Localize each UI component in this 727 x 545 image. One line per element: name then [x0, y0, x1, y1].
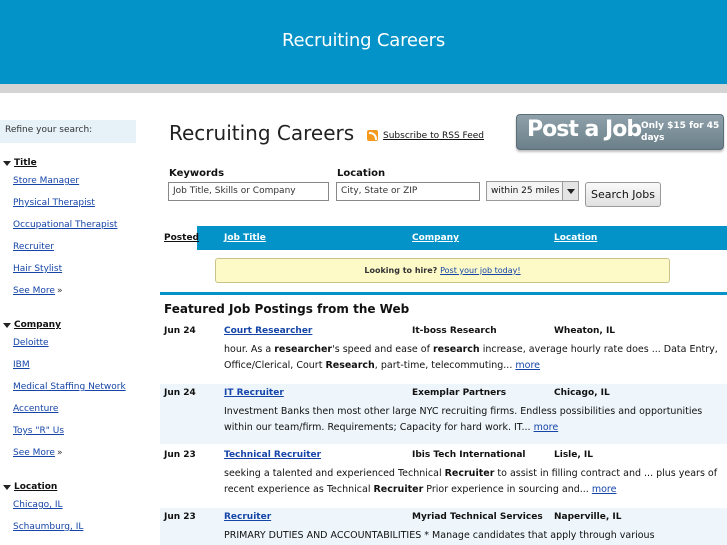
keywords-label: Keywords [169, 168, 225, 179]
rss-icon[interactable] [367, 130, 378, 141]
job-description: Investment Banks then most other large N… [224, 406, 703, 433]
see-more-item[interactable]: See More» [3, 280, 136, 302]
job-row: Jun 24 IT Recruiter Exemplar Partners Ch… [160, 384, 727, 444]
filter-link-hair-stylist[interactable]: Hair Stylist [13, 264, 62, 274]
rss-subscribe-link[interactable]: Subscribe to RSS Feed [383, 131, 484, 141]
job-description: seeking a talented and experienced Techn… [224, 468, 718, 495]
post-job-button[interactable]: Post a Job Only $15 for 45 days [516, 114, 724, 150]
filter-item[interactable]: Schaumburg, IL [3, 516, 136, 538]
chevron-down-icon [3, 160, 11, 166]
filter-link-chicago[interactable]: Chicago, IL [13, 500, 63, 510]
post-job-today-link[interactable]: Post your job today! [440, 266, 521, 275]
chevron-down-icon [3, 484, 11, 490]
job-company: Myriad Technical Services [412, 512, 543, 522]
site-title: Recruiting Careers [281, 30, 446, 51]
job-row: Jun 24 Court Researcher It-boss Research… [160, 322, 727, 382]
see-more-arrow: » [56, 286, 63, 296]
job-company: It-boss Research [412, 326, 497, 336]
filter-item[interactable]: Accenture [3, 398, 136, 420]
job-title-link[interactable]: Recruiter [224, 512, 271, 522]
filter-link-accenture[interactable]: Accenture [13, 404, 58, 414]
filter-item[interactable]: Deloitte [3, 332, 136, 354]
job-date: Jun 24 [164, 326, 196, 336]
see-more-item[interactable]: See More» [3, 442, 136, 464]
filter-group-header[interactable]: Title [3, 156, 136, 170]
filter-item[interactable]: Store Manager [3, 170, 136, 192]
hire-banner: Looking to hire? Post your job today! [215, 258, 670, 283]
location-input[interactable]: City, State or ZIP [336, 182, 480, 201]
featured-heading: Featured Job Postings from the Web [164, 302, 410, 316]
filter-item[interactable]: Hair Stylist [3, 258, 136, 280]
section-divider [160, 292, 727, 295]
filter-link-store-manager[interactable]: Store Manager [13, 176, 79, 186]
more-link[interactable]: more [515, 360, 540, 371]
job-title-link[interactable]: Court Researcher [224, 326, 312, 336]
job-title-link[interactable]: IT Recruiter [224, 388, 284, 398]
location-label: Location [337, 168, 386, 179]
job-location: Lisle, IL [554, 450, 594, 460]
filter-link-toys-r-us[interactable]: Toys "R" Us [13, 426, 64, 436]
filter-link-occupational-therapist[interactable]: Occupational Therapist [13, 220, 117, 230]
job-location: Wheaton, IL [554, 326, 616, 336]
post-job-price: Only $15 for 45 days [641, 121, 720, 143]
filter-item[interactable]: Medical Staffing Network [3, 376, 136, 398]
see-more-arrow: » [56, 448, 63, 458]
filter-item[interactable]: IBM [3, 354, 136, 376]
filter-group-header[interactable]: Location [3, 480, 136, 494]
filter-link-medical-staffing-network[interactable]: Medical Staffing Network [13, 382, 126, 392]
sort-job-title[interactable]: Job Title [224, 233, 266, 243]
job-location: Chicago, IL [554, 388, 610, 398]
filter-link-schaumburg[interactable]: Schaumburg, IL [13, 522, 83, 532]
job-description: hour. As a researcher's speed and ease o… [224, 344, 718, 371]
sort-company[interactable]: Company [412, 233, 459, 243]
chevron-down-icon [3, 322, 11, 328]
top-banner: Recruiting Careers [0, 0, 727, 84]
job-date: Jun 24 [164, 388, 196, 398]
sort-location[interactable]: Location [554, 233, 597, 243]
hire-text: Looking to hire? [364, 266, 438, 275]
see-more-link[interactable]: See More [13, 286, 55, 296]
filter-group-location: Location Chicago, IL Schaumburg, IL [3, 480, 136, 538]
post-job-label: Post a Job [527, 117, 642, 142]
filter-item[interactable]: Recruiter [3, 236, 136, 258]
radius-value: within 25 miles [491, 186, 560, 196]
header-divider [0, 84, 727, 93]
refine-label: Refine your search: [0, 120, 136, 143]
chevron-down-icon[interactable] [562, 182, 578, 200]
filter-link-physical-therapist[interactable]: Physical Therapist [13, 198, 95, 208]
radius-select[interactable]: within 25 miles [486, 181, 579, 201]
job-description: PRIMARY DUTIES AND ACCOUNTABILITIES * Ma… [224, 530, 655, 541]
results-table-header: Job Title Company Location [160, 226, 727, 250]
filter-link-recruiter[interactable]: Recruiter [13, 242, 54, 252]
filter-item[interactable]: Occupational Therapist [3, 214, 136, 236]
filter-group-title: Title Store Manager Physical Therapist O… [3, 156, 136, 302]
job-row: Jun 23 Technical Recruiter Ibis Tech Int… [160, 446, 727, 506]
search-jobs-button[interactable]: Search Jobs [585, 182, 661, 207]
filter-item[interactable]: Chicago, IL [3, 494, 136, 516]
filter-item[interactable]: Toys "R" Us [3, 420, 136, 442]
job-row: Jun 23 Recruiter Myriad Technical Servic… [160, 508, 727, 545]
page-title: Recruiting Careers [169, 121, 355, 145]
job-date: Jun 23 [164, 450, 196, 460]
filter-link-deloitte[interactable]: Deloitte [13, 338, 49, 348]
more-link[interactable]: more [592, 484, 617, 495]
more-link[interactable]: more [534, 422, 559, 433]
job-company: Exemplar Partners [412, 388, 507, 398]
filter-group-company: Company Deloitte IBM Medical Staffing Ne… [3, 318, 136, 464]
job-location: Naperville, IL [554, 512, 622, 522]
sort-posted[interactable]: Posted [164, 233, 199, 243]
keywords-input[interactable]: Job Title, Skills or Company [168, 182, 329, 201]
filter-link-ibm[interactable]: IBM [13, 360, 30, 370]
posted-column-header: Posted [160, 226, 199, 250]
filter-group-header[interactable]: Company [3, 318, 136, 332]
filter-item[interactable]: Physical Therapist [3, 192, 136, 214]
see-more-link[interactable]: See More [13, 448, 55, 458]
job-company: Ibis Tech International [412, 450, 526, 460]
job-date: Jun 23 [164, 512, 196, 522]
job-title-link[interactable]: Technical Recruiter [224, 450, 321, 460]
